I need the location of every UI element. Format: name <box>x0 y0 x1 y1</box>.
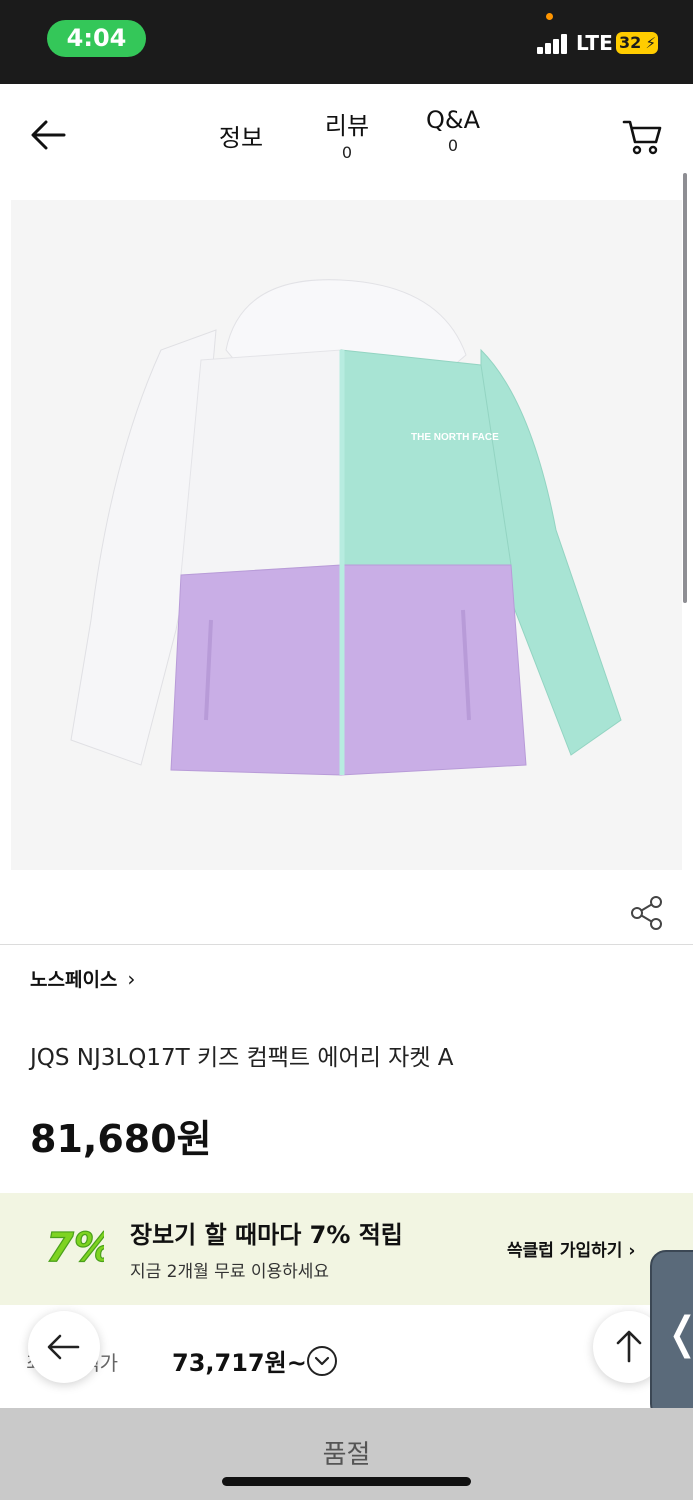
product-price: 81,680원 <box>30 1117 212 1161</box>
home-indicator[interactable] <box>222 1477 471 1486</box>
share-icon <box>631 896 662 930</box>
best-benefit-price-row: 최대혜택가 73,717원~ <box>0 1305 693 1410</box>
promo-subtitle: 지금 2개월 무료 이용하세요 <box>130 1262 330 1282</box>
product-detail-page: 4:04 LTE 32 ⚡ 정보 리뷰 0 Q&A 0 THE NORTH FA… <box>0 0 693 1500</box>
tab-reviews[interactable]: 리뷰 0 <box>316 106 378 162</box>
cart-icon <box>622 120 662 155</box>
brand-link[interactable]: 노스페이스 › <box>30 965 135 992</box>
tab-qna-count: 0 <box>447 136 459 155</box>
product-image[interactable]: THE NORTH FACE <box>11 200 682 870</box>
top-nav: 정보 리뷰 0 Q&A 0 <box>0 84 693 184</box>
scroll-indicator[interactable] <box>683 173 687 603</box>
promo-badge-text: 7% <box>46 1225 104 1271</box>
arrow-left-icon <box>47 1334 80 1360</box>
tab-qna[interactable]: Q&A 0 <box>418 106 488 155</box>
product-title: JQS NJ3LQ17T 키즈 컴팩트 에어리 자켓 A <box>30 1045 454 1071</box>
chevron-right-icon: › <box>127 967 136 991</box>
status-time: 4:04 <box>47 20 146 57</box>
brand-name: 노스페이스 <box>30 969 118 991</box>
back-button[interactable] <box>28 114 70 156</box>
promo-title: 장보기 할 때마다 7% 적립 <box>130 1221 403 1249</box>
tab-info-label: 정보 <box>218 124 264 152</box>
battery-icon: 32 ⚡ <box>616 32 658 54</box>
sold-out-button[interactable]: 품절 <box>0 1434 693 1471</box>
privacy-indicator-dot <box>546 13 553 20</box>
svg-text:THE NORTH FACE: THE NORTH FACE <box>411 432 499 443</box>
tab-reviews-count: 0 <box>341 143 353 162</box>
tab-info[interactable]: 정보 <box>210 118 272 153</box>
section-divider <box>0 944 693 945</box>
purchase-bar: 품절 <box>0 1408 693 1500</box>
seven-percent-badge-icon: 7% <box>45 1224 104 1271</box>
membership-promo-banner[interactable]: 7% 장보기 할 때마다 7% 적립 지금 2개월 무료 이용하세요 쓱클럽 가… <box>0 1193 693 1305</box>
floating-back-button[interactable] <box>28 1311 100 1383</box>
share-button[interactable] <box>630 895 664 931</box>
arrow-left-icon <box>31 120 66 150</box>
charging-bolt-icon: ⚡ <box>645 34 656 52</box>
membership-join-link[interactable]: 쓱클럽 가입하기 › <box>507 1236 635 1261</box>
battery-level: 32 <box>619 33 642 52</box>
chevron-left-icon: ❬ <box>664 1308 693 1359</box>
tab-reviews-label: 리뷰 <box>324 112 370 140</box>
benefit-expand-button[interactable] <box>307 1346 337 1376</box>
side-drawer-handle[interactable]: ❬ <box>650 1250 693 1420</box>
hooded-jacket-image: THE NORTH FACE <box>70 279 622 776</box>
benefit-price: 73,717원~ <box>172 1349 307 1377</box>
cart-button[interactable] <box>620 114 664 158</box>
tab-qna-label: Q&A <box>425 106 481 134</box>
status-bar: 4:04 LTE 32 ⚡ <box>0 0 693 84</box>
chevron-down-icon <box>314 1356 330 1366</box>
network-type: LTE <box>576 31 613 55</box>
signal-icon <box>537 34 569 54</box>
